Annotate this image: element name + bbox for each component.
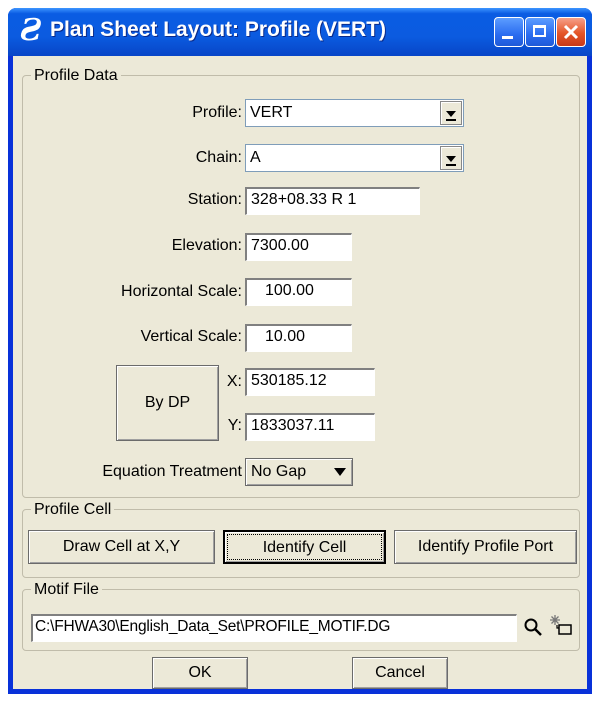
cancel-button-label: Cancel <box>375 664 425 681</box>
chevron-down-icon[interactable] <box>440 146 462 170</box>
maximize-button[interactable] <box>525 17 555 47</box>
identify-cell-button[interactable]: Identify Cell <box>223 530 386 564</box>
y-label: Y: <box>227 417 242 434</box>
window-title: Plan Sheet Layout: Profile (VERT) <box>50 18 387 41</box>
equation-treatment-value: No Gap <box>251 463 307 480</box>
ok-button-label: OK <box>188 664 212 681</box>
identify-cell-button-label: Identify Cell <box>262 539 347 556</box>
equation-treatment-label: Equation Treatment <box>102 463 242 480</box>
profile-data-legend: Profile Data <box>31 66 121 86</box>
profile-label: Profile: <box>192 104 242 121</box>
horizontal-scale-label: Horizontal Scale: <box>121 283 242 300</box>
microstation-logo-icon: Ƨ <box>20 13 42 48</box>
close-icon <box>563 24 579 40</box>
horizontal-scale-field[interactable]: 100.00 <box>245 278 352 306</box>
dialog-window: Ƨ Plan Sheet Layout: Profile (VERT) Prof… <box>8 8 592 694</box>
identify-profile-port-button-label: Identify Profile Port <box>417 538 554 555</box>
motif-file-legend: Motif File <box>31 580 102 600</box>
station-label: Station: <box>187 191 242 208</box>
by-dp-button[interactable]: By DP <box>116 365 219 441</box>
profile-select[interactable]: VERT <box>245 99 464 127</box>
chain-select[interactable]: A <box>245 144 464 172</box>
equation-treatment-dropdown[interactable]: No Gap <box>245 458 353 486</box>
close-button[interactable] <box>556 17 586 47</box>
chain-label: Chain: <box>195 149 242 166</box>
motif-file-path-field[interactable]: C:\FHWA30\English_Data_Set\PROFILE_MOTIF… <box>31 614 517 642</box>
profile-cell-legend: Profile Cell <box>31 500 115 520</box>
ok-button[interactable]: OK <box>152 657 248 689</box>
draw-cell-button-label: Draw Cell at X,Y <box>62 538 181 555</box>
vertical-scale-field[interactable]: 10.00 <box>245 324 352 352</box>
cancel-button[interactable]: Cancel <box>352 657 448 689</box>
elevation-field[interactable]: 7300.00 <box>245 233 352 261</box>
minimize-button[interactable] <box>494 17 524 47</box>
profile-value: VERT <box>250 104 293 121</box>
dialog-body: Profile Data Profile: VERT Chain: A Stat… <box>13 56 587 689</box>
title-bar[interactable]: Ƨ Plan Sheet Layout: Profile (VERT) <box>8 8 592 56</box>
select-file-icon[interactable] <box>549 614 573 638</box>
by-dp-button-label: By DP <box>144 394 191 411</box>
x-label: X: <box>226 373 242 390</box>
chain-value: A <box>250 149 261 166</box>
chevron-down-icon[interactable] <box>440 101 462 125</box>
draw-cell-button[interactable]: Draw Cell at X,Y <box>28 530 215 564</box>
y-coordinate-field[interactable]: 1833037.11 <box>245 413 375 441</box>
identify-profile-port-button[interactable]: Identify Profile Port <box>394 530 577 564</box>
vertical-scale-label: Vertical Scale: <box>140 328 242 345</box>
station-field[interactable]: 328+08.33 R 1 <box>245 187 420 215</box>
magnifier-icon[interactable] <box>523 617 543 637</box>
elevation-label: Elevation: <box>171 237 242 254</box>
chevron-down-icon <box>334 468 346 476</box>
x-coordinate-field[interactable]: 530185.12 <box>245 368 375 396</box>
